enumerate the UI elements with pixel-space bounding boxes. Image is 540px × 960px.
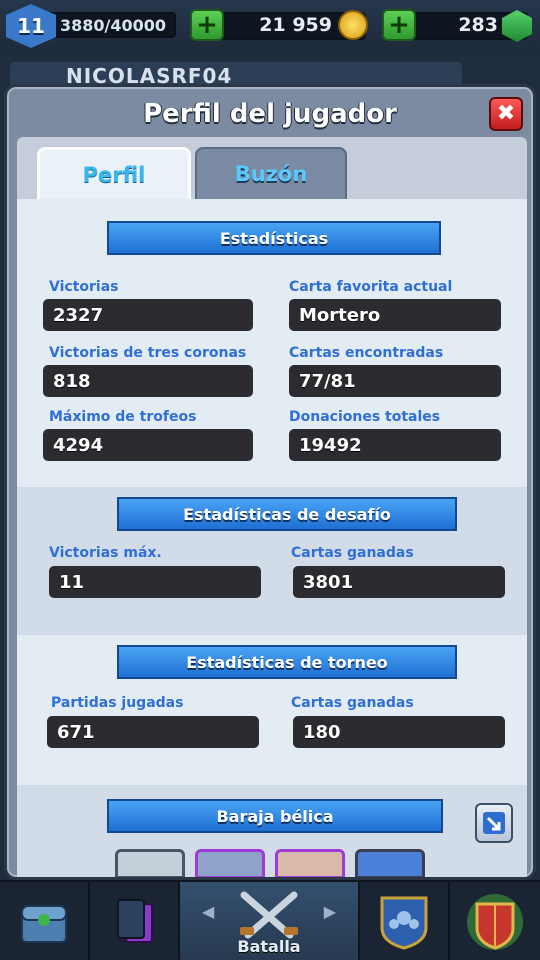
- stats-heading: Estadísticas: [219, 228, 329, 248]
- stat-label: Victorias máx.: [49, 545, 162, 561]
- plus-icon: +: [196, 10, 218, 40]
- crossed-swords-icon: [240, 891, 298, 939]
- stat-value: 3801: [293, 566, 505, 598]
- stat-label: Donaciones totales: [289, 409, 441, 425]
- gold-value: 21 959: [259, 14, 332, 36]
- deck-ribbon: Baraja bélica: [107, 799, 443, 833]
- stat-label: Carta favorita actual: [289, 279, 453, 295]
- stat-value: Mortero: [289, 299, 501, 331]
- level-badge[interactable]: 11: [6, 4, 56, 48]
- add-gems-button[interactable]: +: [382, 9, 416, 41]
- stat-label: Cartas ganadas: [291, 545, 414, 561]
- stat-value: 19492: [289, 429, 501, 461]
- battle-label: Batalla: [237, 937, 301, 956]
- profile-content[interactable]: Estadísticas Victorias 2327 Carta favori…: [17, 199, 527, 877]
- experience-text: 3880/40000: [60, 16, 167, 35]
- top-hud: 3880/40000 11 + 21 959 + 283: [0, 0, 540, 52]
- stat-value: 818: [43, 365, 253, 397]
- stat-label: Cartas encontradas: [289, 345, 444, 361]
- add-gold-button[interactable]: +: [190, 9, 224, 41]
- gold-coin-icon: [338, 10, 368, 40]
- tab-buzon[interactable]: Buzón: [195, 147, 347, 199]
- stat-label: Cartas ganadas: [291, 695, 414, 711]
- tab-perfil[interactable]: Perfil: [37, 147, 191, 199]
- tournament-ribbon: Estadísticas de torneo: [117, 645, 457, 679]
- nav-cards[interactable]: [90, 882, 180, 960]
- deck-card[interactable]: [115, 849, 185, 877]
- stat-label: Partidas jugadas: [51, 695, 184, 711]
- deck-card[interactable]: [355, 849, 425, 877]
- bottom-nav: ◀ ▶ Batalla: [0, 880, 540, 960]
- stat-label: Victorias: [49, 279, 119, 295]
- stat-value: 11: [49, 566, 261, 598]
- stat-label: Máximo de trofeos: [49, 409, 197, 425]
- plus-icon: +: [388, 10, 410, 40]
- nav-tournaments[interactable]: [450, 882, 540, 960]
- challenge-ribbon: Estadísticas de desafío: [117, 497, 457, 531]
- clan-shield-icon: [380, 896, 428, 950]
- stat-value: 77/81: [289, 365, 501, 397]
- close-icon: ✖: [496, 101, 516, 126]
- tab-bar: Perfil Buzón: [17, 137, 527, 199]
- chevron-right-icon: ▶: [323, 902, 336, 921]
- deck-card[interactable]: [195, 849, 265, 877]
- cards-icon: [117, 899, 153, 943]
- stat-label: Victorias de tres coronas: [49, 345, 247, 361]
- edit-deck-icon: [483, 812, 505, 834]
- nav-shop[interactable]: [0, 882, 90, 960]
- stat-value: 2327: [43, 299, 253, 331]
- stats-section: Estadísticas Victorias 2327 Carta favori…: [17, 199, 527, 487]
- nav-clan[interactable]: [360, 882, 450, 960]
- deck-section: Baraja bélica: [17, 785, 527, 877]
- stat-value: 671: [47, 716, 259, 748]
- tournament-shield-icon: [467, 894, 523, 950]
- player-profile-modal: Perfil del jugador ✖ Perfil Buzón Estadí…: [4, 84, 536, 880]
- challenge-heading: Estadísticas de desafío: [183, 504, 391, 524]
- chevron-left-icon: ◀: [202, 902, 215, 921]
- stat-value: 4294: [43, 429, 253, 461]
- stats-ribbon: Estadísticas: [107, 221, 441, 255]
- experience-bar: 3880/40000: [40, 12, 176, 38]
- modal-title: Perfil del jugador: [143, 99, 397, 129]
- deck-heading: Baraja bélica: [216, 806, 334, 826]
- close-button[interactable]: ✖: [489, 97, 523, 131]
- tournament-heading: Estadísticas de torneo: [186, 652, 388, 672]
- edit-deck-button[interactable]: [475, 803, 513, 843]
- nav-battle[interactable]: ◀ ▶ Batalla: [180, 882, 360, 960]
- tournament-section: Estadísticas de torneo Partidas jugadas …: [17, 635, 527, 785]
- gems-value: 283: [458, 14, 498, 36]
- chest-shop-icon: [21, 905, 67, 943]
- challenge-section: Estadísticas de desafío Victorias máx. 1…: [17, 487, 527, 635]
- deck-card[interactable]: [275, 849, 345, 877]
- stat-value: 180: [293, 716, 505, 748]
